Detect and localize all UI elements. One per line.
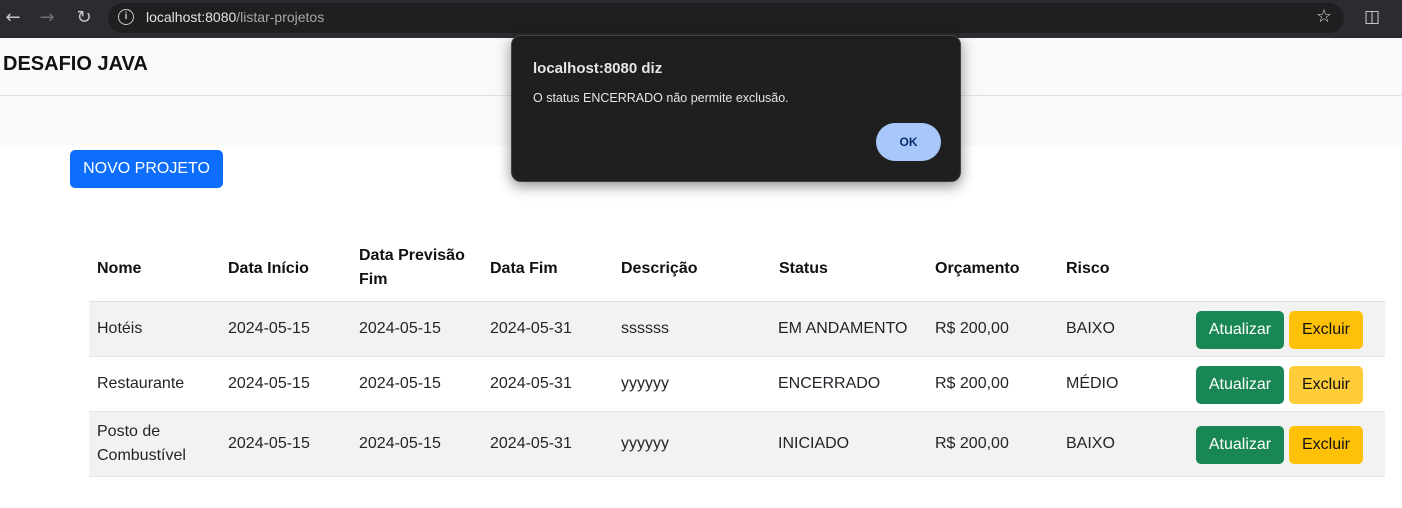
table-row: Restaurante 2024-05-15 2024-05-15 2024-0…: [89, 357, 1385, 412]
table-row: Hotéis 2024-05-15 2024-05-15 2024-05-31 …: [89, 302, 1385, 357]
header-data-previsao-line2: Fim: [359, 271, 388, 288]
new-project-button[interactable]: NOVO PROJETO: [70, 150, 223, 188]
address-bar[interactable]: i localhost:8080/listar-projetos ☆: [108, 3, 1344, 33]
cell-nome: Posto de Combustível: [97, 420, 186, 468]
header-descricao: Descrição: [621, 260, 698, 277]
url-path: /listar-projetos: [236, 9, 325, 25]
alert-dialog: localhost:8080 diz O status ENCERRADO nã…: [511, 35, 961, 182]
projects-table: Nome Data Início Data Previsão Fim Data …: [89, 236, 1385, 477]
cell-status: INICIADO: [778, 435, 850, 452]
delete-button[interactable]: Excluir: [1289, 311, 1363, 349]
star-icon[interactable]: ☆: [1316, 6, 1332, 27]
update-button[interactable]: Atualizar: [1196, 311, 1284, 349]
dialog-message: O status ENCERRADO não permite exclusão.: [533, 91, 789, 105]
cell-orcamento: R$ 200,00: [935, 435, 1009, 452]
url-host: localhost:8080: [146, 9, 237, 25]
table-row: Posto de Combustível 2024-05-15 2024-05-…: [89, 412, 1385, 477]
cell-data-fim: 2024-05-31: [490, 375, 572, 392]
cell-data-inicio: 2024-05-15: [228, 375, 310, 392]
cell-data-previsao: 2024-05-15: [359, 375, 441, 392]
header-nome: Nome: [97, 260, 142, 277]
delete-button[interactable]: Excluir: [1289, 426, 1363, 464]
cell-risco: MÉDIO: [1066, 375, 1119, 392]
browser-toolbar: ← → ↻ i localhost:8080/listar-projetos ☆…: [0, 0, 1402, 38]
header-risco: Risco: [1066, 260, 1110, 277]
update-button[interactable]: Atualizar: [1196, 366, 1284, 404]
cell-orcamento: R$ 200,00: [935, 320, 1009, 337]
cell-nome-line1: Posto de: [97, 423, 161, 440]
cell-data-inicio: 2024-05-15: [228, 320, 310, 337]
cell-status: ENCERRADO: [778, 375, 881, 392]
dialog-title: localhost:8080 diz: [533, 60, 663, 77]
header-data-previsao-line1: Data Previsão: [359, 247, 465, 264]
header-status: Status: [779, 260, 828, 277]
cell-risco: BAIXO: [1066, 320, 1115, 337]
cell-data-inicio: 2024-05-15: [228, 435, 310, 452]
cell-orcamento: R$ 200,00: [935, 375, 1009, 392]
brand-title[interactable]: DESAFIO JAVA: [3, 53, 148, 76]
cell-data-fim: 2024-05-31: [490, 435, 572, 452]
ok-button[interactable]: OK: [876, 123, 941, 161]
forward-icon[interactable]: →: [34, 5, 60, 31]
cell-status: EM ANDAMENTO: [778, 320, 908, 337]
header-data-previsao: Data Previsão Fim: [359, 244, 465, 292]
table-header-row: Nome Data Início Data Previsão Fim Data …: [89, 236, 1385, 302]
back-icon[interactable]: ←: [0, 5, 26, 31]
cell-nome: Restaurante: [97, 375, 185, 392]
header-data-inicio: Data Início: [228, 260, 309, 277]
cell-risco: BAIXO: [1066, 435, 1115, 452]
reload-icon[interactable]: ↻: [71, 5, 97, 31]
delete-button[interactable]: Excluir: [1289, 366, 1363, 404]
cell-descricao: yyyyyy: [621, 435, 669, 452]
header-orcamento: Orçamento: [935, 260, 1020, 277]
cell-data-previsao: 2024-05-15: [359, 435, 441, 452]
cell-descricao: yyyyyy: [621, 375, 669, 392]
cell-nome-line2: Combustível: [97, 447, 186, 464]
cell-descricao: ssssss: [621, 320, 669, 337]
cell-data-previsao: 2024-05-15: [359, 320, 441, 337]
info-icon[interactable]: i: [118, 9, 134, 25]
cell-nome: Hotéis: [97, 320, 143, 337]
header-data-fim: Data Fim: [490, 260, 558, 277]
url-text[interactable]: localhost:8080/listar-projetos: [146, 9, 324, 25]
puzzle-icon[interactable]: ◫: [1360, 5, 1384, 29]
update-button[interactable]: Atualizar: [1196, 426, 1284, 464]
cell-data-fim: 2024-05-31: [490, 320, 572, 337]
